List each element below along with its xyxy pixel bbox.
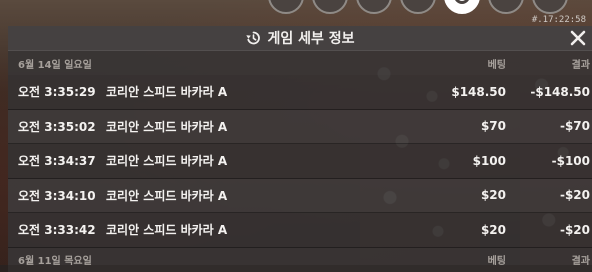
history-row[interactable]: 오전 3:35:02 코리안 스피드 바카라 A $70 -$70 xyxy=(8,109,592,144)
control-button-3[interactable] xyxy=(356,0,392,14)
top-control-bar xyxy=(268,0,568,18)
game-details-panel: 게임 세부 정보 6월 14일 일요일 베팅 결과 오전 3:35:29 코리안… xyxy=(8,26,592,272)
history-control-button[interactable] xyxy=(444,0,480,14)
row-time: 오전 3:34:37 xyxy=(18,154,96,169)
result-column-header: 결과 xyxy=(571,59,590,71)
row-result: -$148.50 xyxy=(530,84,590,99)
row-time: 오전 3:35:02 xyxy=(18,119,96,134)
row-time: 오전 3:35:29 xyxy=(18,85,96,100)
group-date: 6월 14일 일요일 xyxy=(18,59,92,71)
row-result: -$100 xyxy=(551,153,590,168)
row-game: 코리안 스피드 바카라 A xyxy=(106,154,228,169)
row-game: 코리안 스피드 바카라 A xyxy=(106,188,228,203)
history-list: 오전 3:35:29 코리안 스피드 바카라 A $148.50 -$148.5… xyxy=(8,75,592,248)
history-row[interactable]: 오전 3:34:37 코리안 스피드 바카라 A $100 -$100 xyxy=(8,144,592,179)
row-result: -$20 xyxy=(559,188,590,203)
control-button-1[interactable] xyxy=(268,0,304,14)
row-game: 코리안 스피드 바카라 A xyxy=(106,119,228,134)
history-row[interactable]: 오전 3:35:29 코리안 스피드 바카라 A $148.50 -$148.5… xyxy=(8,75,592,110)
control-button-2[interactable] xyxy=(312,0,348,14)
row-result: -$70 xyxy=(559,119,590,134)
panel-title-group: 게임 세부 정보 xyxy=(245,28,355,48)
row-bet: $20 xyxy=(480,188,506,203)
history-row[interactable]: 오전 3:34:10 코리안 스피드 바카라 A $20 -$20 xyxy=(8,178,592,213)
control-button-4[interactable] xyxy=(400,0,436,14)
control-button-7[interactable] xyxy=(532,0,568,14)
date-group-header: 6월 11일 목요일 베팅 결과 xyxy=(8,247,592,272)
row-bet: $20 xyxy=(480,222,506,237)
row-time: 오전 3:34:10 xyxy=(18,188,96,203)
history-icon xyxy=(246,31,261,45)
panel-title: 게임 세부 정보 xyxy=(267,31,355,47)
date-group-header: 6월 14일 일요일 베팅 결과 xyxy=(8,51,592,75)
bet-column-header: 베팅 xyxy=(487,59,506,71)
row-result: -$20 xyxy=(559,222,590,237)
close-icon[interactable] xyxy=(568,28,588,48)
row-bet: $70 xyxy=(480,119,506,134)
timestamp: #.17:22:58 xyxy=(531,15,586,25)
control-button-6[interactable] xyxy=(488,0,524,14)
row-bet: $148.50 xyxy=(451,84,506,99)
row-game: 코리안 스피드 바카라 A xyxy=(106,85,228,100)
history-row[interactable]: 오전 3:33:42 코리안 스피드 바카라 A $20 -$20 xyxy=(8,213,592,248)
row-bet: $100 xyxy=(472,153,506,168)
panel-header: 게임 세부 정보 xyxy=(8,26,592,51)
row-game: 코리안 스피드 바카라 A xyxy=(106,223,228,238)
row-time: 오전 3:33:42 xyxy=(18,223,96,238)
